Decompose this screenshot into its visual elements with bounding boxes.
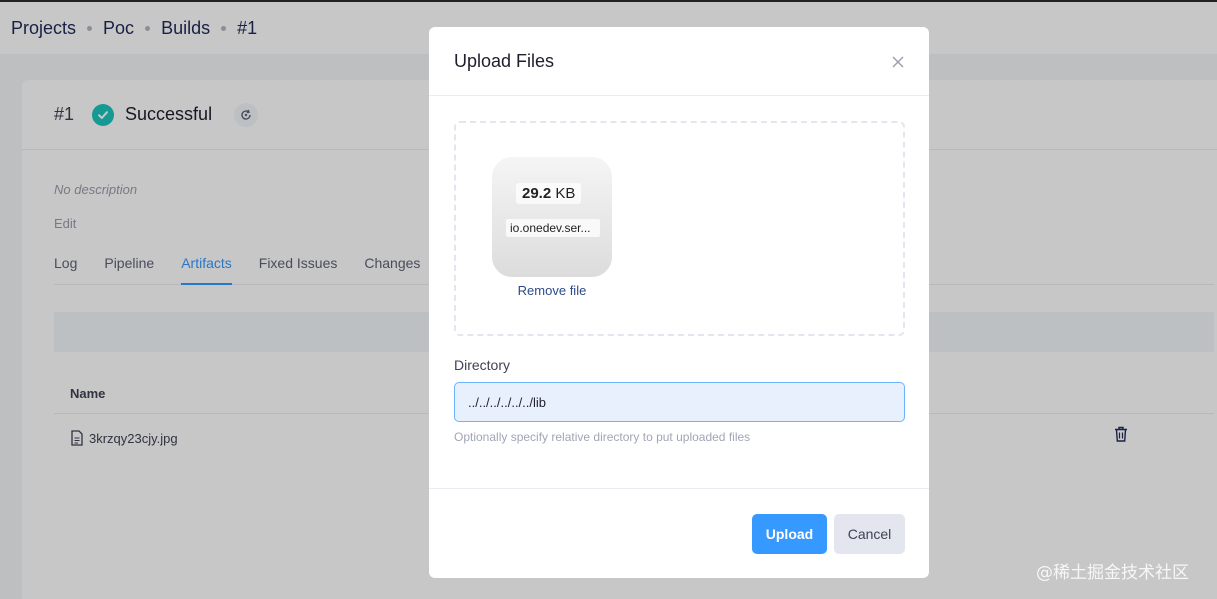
file-size: 29.2 KB bbox=[516, 183, 582, 204]
directory-input[interactable] bbox=[454, 382, 905, 422]
file-preview: 29.2 KB io.onedev.ser... bbox=[492, 157, 612, 277]
upload-files-dialog: Upload Files 29.2 KB io.onedev.ser... Re… bbox=[429, 27, 929, 578]
directory-hint: Optionally specify relative directory to… bbox=[454, 430, 751, 444]
remove-file-link[interactable]: Remove file bbox=[492, 283, 612, 298]
dialog-header: Upload Files bbox=[429, 27, 929, 96]
dialog-title: Upload Files bbox=[454, 50, 555, 71]
dialog-footer: Upload Cancel bbox=[429, 488, 929, 578]
file-size-value: 29.2 bbox=[522, 185, 552, 202]
watermark: @稀土掘金技术社区 bbox=[1036, 563, 1189, 583]
directory-label: Directory bbox=[454, 357, 511, 373]
file-name: io.onedev.ser... bbox=[506, 219, 600, 237]
upload-button[interactable]: Upload bbox=[752, 514, 827, 554]
file-dropzone[interactable]: 29.2 KB io.onedev.ser... Remove file bbox=[454, 121, 905, 336]
close-icon[interactable] bbox=[891, 55, 905, 69]
file-size-unit: KB bbox=[555, 185, 576, 202]
cancel-button[interactable]: Cancel bbox=[834, 514, 905, 554]
